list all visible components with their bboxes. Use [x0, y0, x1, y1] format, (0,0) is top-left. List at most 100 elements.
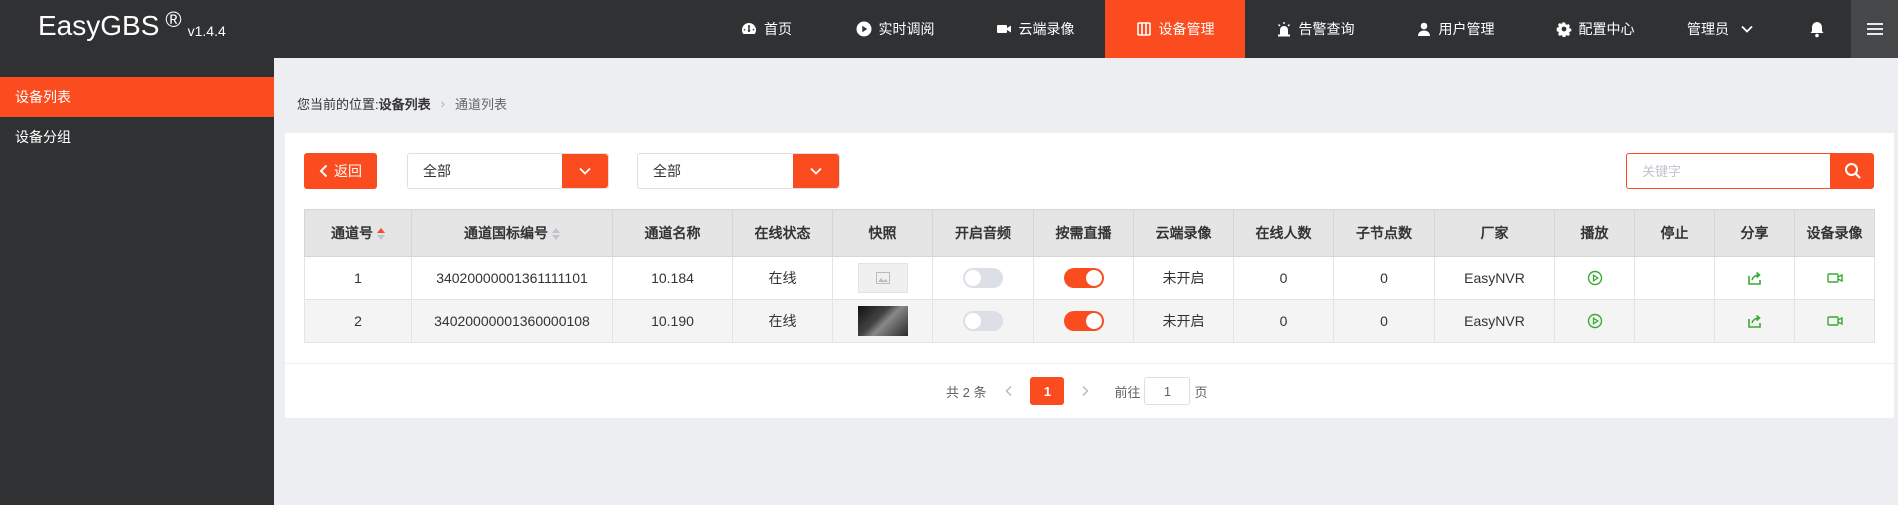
chevron-left-icon	[1005, 386, 1012, 396]
hamburger-icon	[1866, 23, 1883, 35]
pagination-total: 共 2 条	[946, 384, 987, 400]
search-input[interactable]	[1626, 153, 1832, 189]
hamburger-menu-button[interactable]	[1851, 0, 1898, 58]
nav-live[interactable]: 实时调阅	[825, 0, 965, 58]
page-jump-prefix: 前往	[1114, 384, 1141, 400]
breadcrumb-device-list[interactable]: 设备列表	[379, 94, 431, 113]
nav-live-label: 实时调阅	[878, 21, 935, 37]
column-header[interactable]: 通道国标编号	[411, 209, 613, 257]
on-demand-toggle[interactable]	[1063, 268, 1104, 288]
column-header: 分享	[1714, 209, 1795, 257]
nav-cloud-record-label: 云端录像	[1018, 21, 1075, 37]
audio-toggle[interactable]	[963, 268, 1003, 288]
sort-icon[interactable]	[552, 228, 560, 241]
column-header: 云端录像	[1133, 209, 1234, 257]
table-row: 2 34020000001360000108 10.190 在线 未开启 0 0…	[304, 299, 1875, 343]
cell-device-record	[1794, 299, 1875, 343]
cell-cloud-record: 未开启	[1133, 299, 1234, 343]
cell-on-demand	[1033, 299, 1134, 343]
cell-cloud-record: 未开启	[1133, 256, 1234, 300]
filter-select-2-value: 全部	[653, 163, 681, 179]
cell-channel-no: 1	[304, 256, 412, 300]
cell-audio	[932, 299, 1034, 343]
cell-stop	[1634, 256, 1715, 300]
cell-channel-name: 10.184	[612, 256, 733, 300]
column-header: 通道名称	[612, 209, 733, 257]
chevron-down-icon[interactable]	[793, 154, 839, 188]
play-icon[interactable]	[1587, 270, 1603, 286]
column-header: 子节点数	[1333, 209, 1435, 257]
gear-icon	[1556, 21, 1571, 37]
audio-toggle[interactable]	[963, 311, 1003, 331]
share-icon[interactable]	[1747, 270, 1763, 286]
cell-snapshot	[832, 299, 933, 343]
cell-on-demand	[1033, 256, 1134, 300]
nav-config-label: 配置中心	[1578, 21, 1635, 37]
sidebar-item-device-group[interactable]: 设备分组	[0, 117, 274, 157]
column-header[interactable]: 通道号	[304, 209, 412, 257]
page-jump-input[interactable]	[1144, 377, 1191, 405]
nav-alarm[interactable]: 告警查询	[1245, 0, 1385, 58]
breadcrumb-separator-icon: ›	[440, 96, 445, 111]
cell-child-count: 0	[1333, 299, 1435, 343]
column-header: 开启音频	[932, 209, 1034, 257]
nav-user-manage[interactable]: 用户管理	[1385, 0, 1525, 58]
channel-table: 通道号 通道国标编号 通道名称 在线状态 快照 开启音频 按需直播 云端录像 在…	[304, 209, 1875, 343]
video-icon[interactable]	[1826, 270, 1843, 286]
play-icon[interactable]	[1587, 313, 1603, 329]
sidebar-item-device-list[interactable]: 设备列表	[0, 77, 274, 117]
chevron-down-icon	[1741, 25, 1753, 33]
page-number-current[interactable]: 1	[1030, 377, 1065, 405]
video-icon[interactable]	[1826, 313, 1843, 329]
back-button-label: 返回	[334, 163, 362, 179]
cell-vendor: EasyNVR	[1434, 256, 1555, 300]
device-icon	[1136, 22, 1151, 36]
cell-gb-id: 34020000001360000108	[411, 299, 613, 343]
next-page-button[interactable]	[1070, 377, 1100, 405]
cell-child-count: 0	[1333, 256, 1435, 300]
cell-online-status: 在线	[732, 299, 833, 343]
snapshot-thumbnail[interactable]	[857, 306, 908, 336]
cell-channel-no: 2	[304, 299, 412, 343]
dashboard-icon	[742, 23, 756, 34]
filter-select-1[interactable]: 全部	[407, 153, 609, 189]
brand-name: EasyGBS	[38, 10, 160, 41]
search-box	[1626, 153, 1874, 189]
nav-config[interactable]: 配置中心	[1525, 0, 1665, 58]
user-icon	[1417, 22, 1430, 36]
filter-select-2[interactable]: 全部	[637, 153, 840, 189]
play-circle-icon	[856, 21, 871, 37]
panel-divider	[285, 363, 1894, 364]
share-icon[interactable]	[1747, 313, 1763, 329]
on-demand-toggle[interactable]	[1063, 311, 1104, 331]
back-button[interactable]: 返回	[304, 153, 377, 189]
table-row: 1 34020000001361111101 10.184 在线 未开启 0 0…	[304, 256, 1875, 300]
nav-home-label: 首页	[764, 21, 792, 37]
chevron-down-icon[interactable]	[562, 154, 608, 188]
sort-icon[interactable]	[377, 228, 385, 241]
snapshot-placeholder-icon[interactable]	[857, 263, 908, 293]
video-camera-icon	[996, 25, 1011, 33]
breadcrumb-channel-list: 通道列表	[454, 97, 507, 112]
nav-home[interactable]: 首页	[708, 0, 825, 58]
cell-audio	[932, 256, 1034, 300]
chevron-right-icon	[1082, 386, 1089, 396]
column-header: 厂家	[1434, 209, 1555, 257]
cell-channel-name: 10.190	[612, 299, 733, 343]
brand-logo[interactable]: EasyGBS ® v1.4.4	[38, 8, 226, 44]
brand-version: v1.4.4	[187, 23, 226, 39]
cell-device-record	[1794, 256, 1875, 300]
prev-page-button[interactable]	[994, 377, 1024, 405]
user-menu[interactable]: 管理员	[1687, 0, 1755, 58]
nav-cloud-record[interactable]: 云端录像	[965, 0, 1105, 58]
bell-icon[interactable]	[1807, 19, 1827, 39]
column-header: 按需直播	[1033, 209, 1134, 257]
page-jump: 前往 页	[1114, 377, 1208, 405]
column-header: 播放	[1554, 209, 1635, 257]
column-header: 停止	[1634, 209, 1715, 257]
nav-device-manage[interactable]: 设备管理	[1105, 0, 1245, 58]
nav-device-manage-label: 设备管理	[1158, 21, 1215, 37]
search-button[interactable]	[1831, 153, 1874, 189]
nav-user-manage-label: 用户管理	[1438, 21, 1495, 37]
cell-play	[1554, 299, 1635, 343]
